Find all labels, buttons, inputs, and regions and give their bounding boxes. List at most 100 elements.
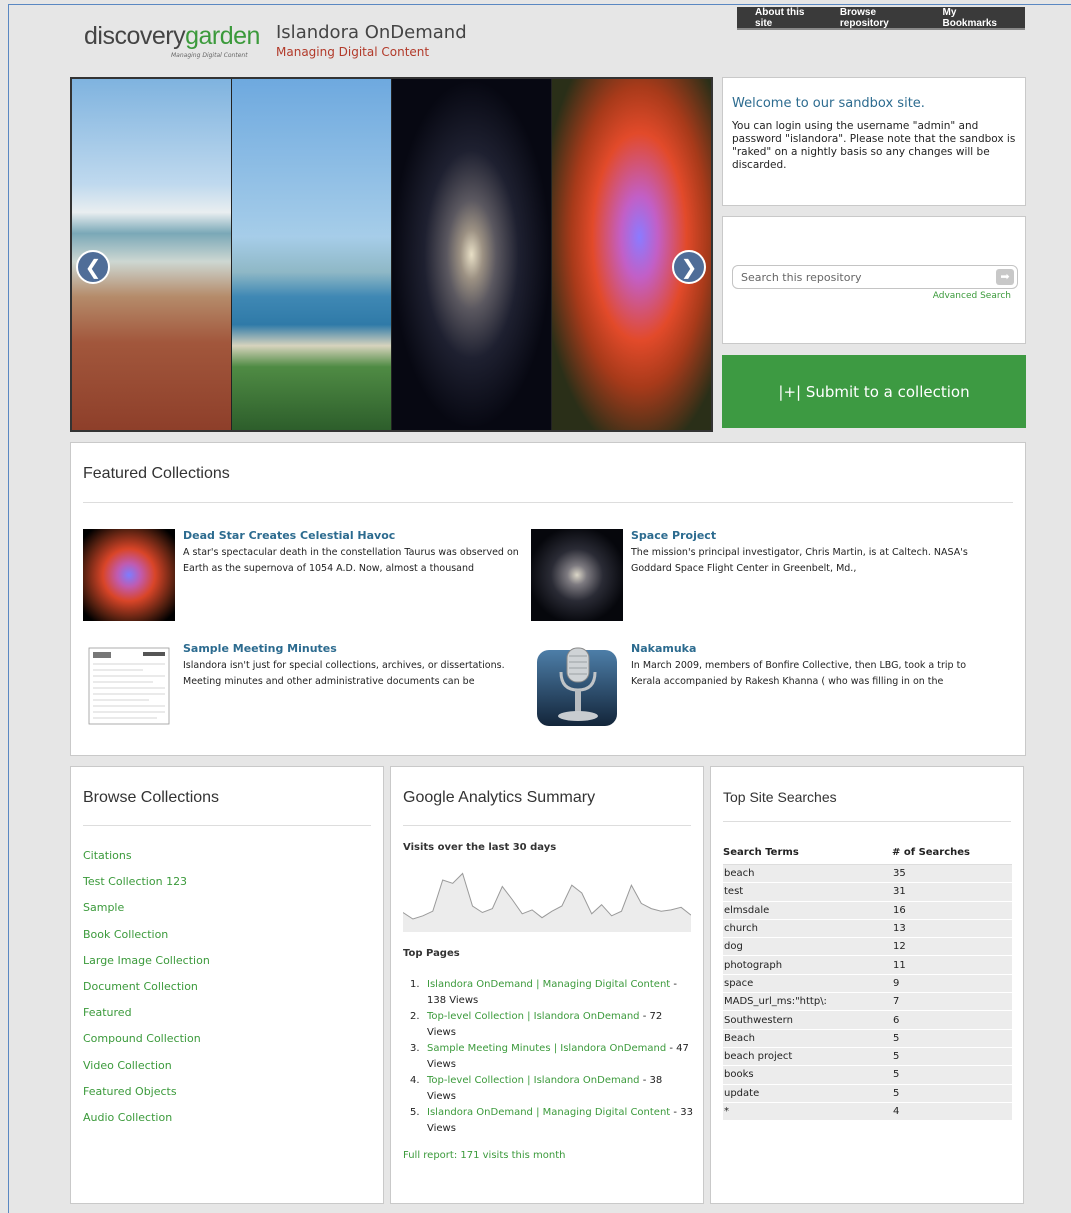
top-page-number: 3. (410, 1043, 420, 1054)
search-term-cell: Southwestern (723, 1010, 892, 1030)
search-count-cell: 5 (892, 1065, 1012, 1085)
featured-item-title[interactable]: Dead Star Creates Celestial Havoc (183, 529, 395, 542)
search-field-wrapper: ➡ (732, 265, 1018, 289)
collection-link[interactable]: Book Collection (83, 928, 210, 954)
collection-link[interactable]: Test Collection 123 (83, 875, 210, 901)
slider-next-icon[interactable]: ❯ (672, 250, 706, 284)
table-row: photograph 11 (723, 955, 1012, 975)
search-count-cell: 7 (892, 992, 1012, 1012)
featured-collections: Featured Collections Dead Star Creates C… (70, 442, 1026, 756)
analytics-title: Google Analytics Summary (403, 789, 596, 806)
table-row: test 31 (723, 882, 1012, 902)
top-page-number: 2. (410, 1011, 420, 1022)
collection-link[interactable]: Audio Collection (83, 1111, 210, 1137)
featured-title: Featured Collections (83, 465, 230, 482)
welcome-title: Welcome to our sandbox site. (732, 96, 925, 111)
search-term-cell: dog (723, 937, 892, 957)
welcome-block: Welcome to our sandbox site. You can log… (722, 77, 1026, 206)
top-page-link[interactable]: Top-level Collection | Islandora OnDeman… (427, 1011, 640, 1022)
top-searches-divider (723, 821, 1011, 822)
table-row: books 5 (723, 1065, 1012, 1085)
top-page-item: 1. Islandora OnDemand | Managing Digital … (403, 977, 693, 1009)
top-navigation: About this site Browse repository My Boo… (737, 7, 1025, 30)
featured-item-title[interactable]: Nakamuka (631, 642, 696, 655)
search-term-cell: * (723, 1102, 892, 1122)
search-term-cell: books (723, 1065, 892, 1085)
featured-item-desc: The mission's principal investigator, Ch… (631, 547, 968, 574)
search-input[interactable] (739, 270, 983, 285)
nav-about-link[interactable]: About this site (755, 7, 822, 29)
table-row: * 4 (723, 1102, 1012, 1122)
search-count-cell: 5 (892, 1029, 1012, 1048)
top-page-link[interactable]: Sample Meeting Minutes | Islandora OnDem… (427, 1043, 666, 1054)
featured-item-title[interactable]: Space Project (631, 529, 716, 542)
browse-divider (83, 825, 371, 826)
featured-item: Sample Meeting Minutes Islandora isn't j… (83, 642, 523, 734)
collection-link[interactable]: Sample (83, 901, 210, 927)
search-count-cell: 5 (892, 1084, 1012, 1103)
top-searches-block: Top Site Searches Search Terms # of Sear… (710, 766, 1024, 1204)
full-report-link[interactable]: Full report: 171 visits this month (403, 1150, 566, 1161)
top-page-link[interactable]: Islandora OnDemand | Managing Digital Co… (427, 979, 670, 990)
site-title[interactable]: Islandora OnDemand (276, 22, 467, 43)
visits-subtitle: Visits over the last 30 days (403, 842, 557, 853)
logo-word-discovery: discovery (84, 22, 186, 50)
featured-item-desc: In March 2009, members of Bonfire Collec… (631, 660, 967, 687)
top-pages-list: 1. Islandora OnDemand | Managing Digital … (403, 977, 693, 1137)
slider-prev-icon[interactable]: ❮ (76, 250, 110, 284)
collection-link[interactable]: Document Collection (83, 980, 210, 1006)
collection-link[interactable]: Video Collection (83, 1059, 210, 1085)
search-count-cell: 5 (892, 1047, 1012, 1067)
collection-link[interactable]: Featured Objects (83, 1085, 210, 1111)
microphone-thumbnail[interactable] (531, 642, 623, 734)
top-page-item: 4. Top-level Collection | Islandora OnDem… (403, 1073, 693, 1105)
collection-link[interactable]: Featured (83, 1006, 210, 1032)
search-term-cell: MADS_url_ms:"http\: (723, 992, 892, 1012)
nav-browse-link[interactable]: Browse repository (840, 7, 925, 29)
table-row: church 13 (723, 919, 1012, 939)
collection-link[interactable]: Citations (83, 849, 210, 875)
submit-to-collection-button[interactable]: |+| Submit to a collection (722, 355, 1026, 428)
top-page-link[interactable]: Islandora OnDemand | Managing Digital Co… (427, 1107, 670, 1118)
collection-list: Citations Test Collection 123 Sample Boo… (83, 849, 210, 1137)
site-slogan: Managing Digital Content (276, 45, 430, 59)
search-term-cell: Beach (723, 1029, 892, 1048)
slide-sea-image (232, 79, 392, 430)
search-term-cell: beach project (723, 1047, 892, 1067)
discoverygarden-logo[interactable]: discoverygarden Managing Digital Content (84, 22, 260, 59)
top-searches-table: Search Terms # of Searches beach 35 test 31… (723, 845, 1012, 1122)
collection-link[interactable]: Compound Collection (83, 1032, 210, 1058)
search-submit-icon[interactable]: ➡ (996, 269, 1014, 285)
document-thumbnail[interactable] (83, 642, 175, 734)
nebula-thumbnail[interactable] (83, 529, 175, 621)
nav-bookmarks-link[interactable]: My Bookmarks (942, 7, 1011, 29)
analytics-divider (403, 825, 691, 826)
image-slider[interactable] (70, 77, 713, 432)
top-page-item: 3. Sample Meeting Minutes | Islandora OnD… (403, 1041, 693, 1073)
table-header-row: Search Terms # of Searches (723, 845, 1012, 865)
top-pages-heading: Top Pages (403, 948, 460, 959)
visits-area-fill (403, 873, 691, 932)
top-page-item: 2. Top-level Collection | Islandora OnDem… (403, 1009, 693, 1041)
search-term-cell: elmsdale (723, 901, 892, 920)
search-term-cell: test (723, 882, 892, 902)
search-term-cell: photograph (723, 955, 892, 975)
featured-item-title[interactable]: Sample Meeting Minutes (183, 642, 337, 655)
featured-item-desc: Islandora isn't just for special collect… (183, 660, 505, 687)
advanced-search-link[interactable]: Advanced Search (933, 291, 1011, 301)
featured-divider (83, 502, 1013, 503)
collection-link[interactable]: Large Image Collection (83, 954, 210, 980)
search-count-cell: 11 (892, 955, 1012, 975)
search-term-cell: beach (723, 864, 892, 884)
logo-tagline: Managing Digital Content (171, 52, 248, 59)
top-page-link[interactable]: Top-level Collection | Islandora OnDeman… (427, 1075, 640, 1086)
galaxy-thumbnail[interactable] (531, 529, 623, 621)
featured-item-desc: A star's spectacular death in the conste… (183, 547, 519, 574)
search-count-cell: 9 (892, 974, 1012, 994)
top-page-number: 5. (410, 1107, 420, 1118)
search-count-cell: 6 (892, 1010, 1012, 1030)
search-count-cell: 16 (892, 901, 1012, 920)
table-row: Beach 5 (723, 1029, 1012, 1048)
top-page-number: 4. (410, 1075, 420, 1086)
featured-item: Dead Star Creates Celestial Havoc A star… (83, 529, 523, 621)
